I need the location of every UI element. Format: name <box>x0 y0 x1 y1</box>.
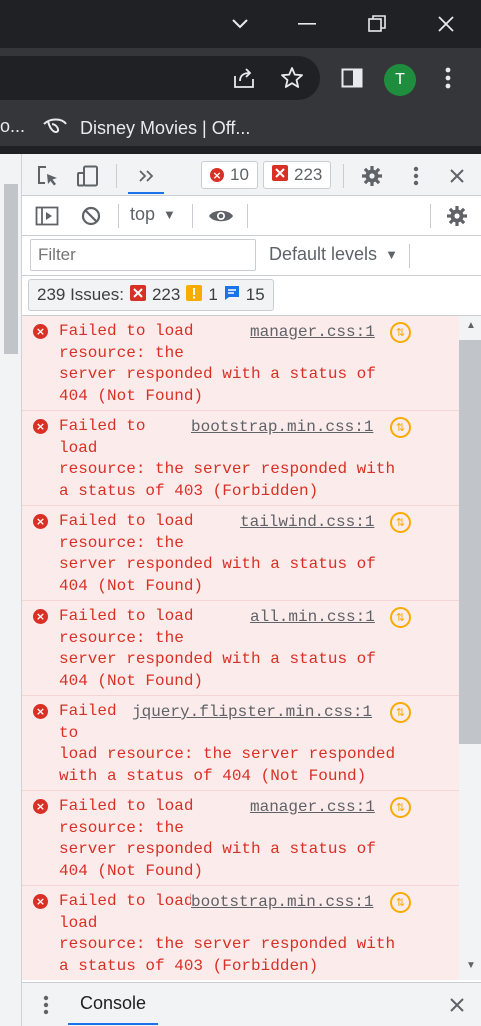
devtools-main-toolbar: × 10 223 <box>22 154 481 196</box>
close-window-icon[interactable] <box>416 0 476 48</box>
context-selector[interactable]: top ▼ <box>130 204 176 225</box>
error-icon: × <box>33 324 48 339</box>
source-link[interactable]: jquery.flipster.min.css:1 <box>132 703 373 721</box>
toolbar-divider <box>192 204 193 228</box>
tab-search-chevron-icon[interactable] <box>210 0 270 48</box>
more-tabs-chevron-icon[interactable] <box>128 160 164 194</box>
page-scrollbar-thumb[interactable] <box>4 184 18 354</box>
scroll-up-arrow-icon[interactable]: ▲ <box>466 320 476 331</box>
issue-info-icon <box>224 285 240 306</box>
drawer-menu-icon[interactable] <box>36 991 56 1019</box>
error-icon: × <box>210 168 224 182</box>
minimize-icon[interactable] <box>277 0 337 48</box>
clear-console-icon[interactable] <box>78 203 104 229</box>
source-link[interactable]: bootstrap.min.css:1 <box>191 418 374 436</box>
source-link[interactable]: manager.css:1 <box>250 798 375 816</box>
bookmarks-bar: o... Disney Movies | Off... <box>0 108 481 146</box>
bookmark-truncated[interactable]: o... <box>0 116 25 137</box>
console-settings-gear-icon[interactable] <box>443 203 471 229</box>
issues-error-count: 223 <box>151 285 181 304</box>
reveal-network-icon[interactable]: ⇅ <box>390 892 411 913</box>
drawer-tabbar: Console <box>22 982 481 1026</box>
error-icon: × <box>33 894 48 909</box>
toolbar-divider <box>343 164 344 188</box>
console-error-row[interactable]: × Failed to load resource: the server re… <box>22 506 459 601</box>
console-scrollbar-thumb[interactable] <box>459 340 481 744</box>
issues-warning-count: 1 <box>208 285 218 304</box>
show-sidebar-icon[interactable] <box>34 203 60 229</box>
console-log: × Failed to load resource: the server re… <box>22 316 459 980</box>
context-value: top <box>130 204 156 224</box>
side-panel-icon[interactable] <box>338 64 366 92</box>
source-link[interactable]: bootstrap.min.css:1 <box>191 893 374 911</box>
console-toolbar: top ▼ <box>22 196 481 236</box>
inspect-element-icon[interactable] <box>34 162 62 190</box>
devtools-menu-icon[interactable] <box>402 162 430 190</box>
bookmark-disney[interactable]: Disney Movies | Off... <box>42 116 250 141</box>
error-icon: × <box>33 704 48 719</box>
error-icon: × <box>33 419 48 434</box>
window-titlebar <box>0 0 481 48</box>
live-expression-eye-icon[interactable] <box>206 203 236 229</box>
close-drawer-icon[interactable] <box>443 991 471 1019</box>
source-link[interactable]: all.min.css:1 <box>250 608 375 626</box>
bookmark-star-icon[interactable] <box>278 64 306 92</box>
log-levels-label: Default levels <box>269 244 378 264</box>
source-link[interactable]: manager.css:1 <box>250 323 375 341</box>
scroll-down-arrow-icon[interactable]: ▼ <box>466 960 476 971</box>
issue-warning-icon <box>186 284 203 306</box>
reveal-network-icon[interactable]: ⇅ <box>390 797 411 818</box>
reveal-network-icon[interactable]: ⇅ <box>390 607 411 628</box>
settings-gear-icon[interactable] <box>358 162 386 190</box>
issues-toolbar: 239 Issues: 223 1 15 <box>22 276 481 316</box>
error-icon: × <box>33 799 48 814</box>
close-devtools-icon[interactable] <box>443 162 471 190</box>
console-error-row[interactable]: × Failed to load resource: the server re… <box>22 791 459 886</box>
dropdown-arrow-icon: ▼ <box>385 247 398 262</box>
console-error-row[interactable]: × Failed to load resource: the server re… <box>22 601 459 696</box>
errors-badge[interactable]: × 10 <box>201 161 258 189</box>
issues-count: 223 <box>294 165 323 184</box>
restore-icon[interactable] <box>347 0 407 48</box>
console-error-row[interactable]: × Failed to load resource: the server re… <box>22 411 459 506</box>
tab-console[interactable]: Console <box>68 983 159 1025</box>
share-icon[interactable] <box>230 64 258 92</box>
disney-logo-icon <box>42 116 68 141</box>
issues-info-count: 15 <box>245 285 265 304</box>
address-bar[interactable] <box>0 56 320 100</box>
page-scrollbar[interactable] <box>0 154 22 1026</box>
reveal-network-icon[interactable]: ⇅ <box>390 512 411 533</box>
bookmark-label: Disney Movies | Off... <box>80 118 251 138</box>
filter-toolbar: Default levels ▼ <box>22 236 481 276</box>
toolbar-divider <box>247 204 248 228</box>
toolbar-divider <box>430 204 431 228</box>
reveal-network-icon[interactable]: ⇅ <box>390 417 411 438</box>
issues-summary-button[interactable]: 239 Issues: 223 1 15 <box>28 279 274 311</box>
toolbar-divider <box>118 204 119 228</box>
log-levels-dropdown[interactable]: Default levels ▼ <box>269 244 398 265</box>
source-link[interactable]: tailwind.css:1 <box>240 513 375 531</box>
issue-error-icon <box>129 284 146 306</box>
console-error-row[interactable]: × Failed to load resource: the server re… <box>22 696 459 791</box>
console-error-row[interactable]: × Failed to load load resource: the serv… <box>22 886 459 980</box>
reveal-network-icon[interactable]: ⇅ <box>390 702 411 723</box>
issues-label: 239 Issues: <box>37 285 124 304</box>
issues-badge[interactable]: 223 <box>263 161 332 189</box>
toolbar-divider <box>409 244 410 268</box>
reveal-network-icon[interactable]: ⇅ <box>390 322 411 343</box>
errors-count: 10 <box>230 165 249 184</box>
filter-input[interactable] <box>30 239 256 271</box>
toolbar-divider <box>116 164 117 188</box>
devtools-panel: × 10 223 top ▼ Filter Default levels ▼ 2… <box>22 154 481 1026</box>
dropdown-arrow-icon: ▼ <box>163 207 176 222</box>
device-toolbar-icon[interactable] <box>74 162 102 190</box>
issue-flag-icon <box>272 164 288 186</box>
error-icon: × <box>33 609 48 624</box>
console-error-row[interactable]: × Failed to load resource: the server re… <box>22 316 459 411</box>
error-icon: × <box>33 514 48 529</box>
browser-menu-icon[interactable] <box>434 64 462 92</box>
profile-avatar[interactable]: T <box>384 64 416 96</box>
